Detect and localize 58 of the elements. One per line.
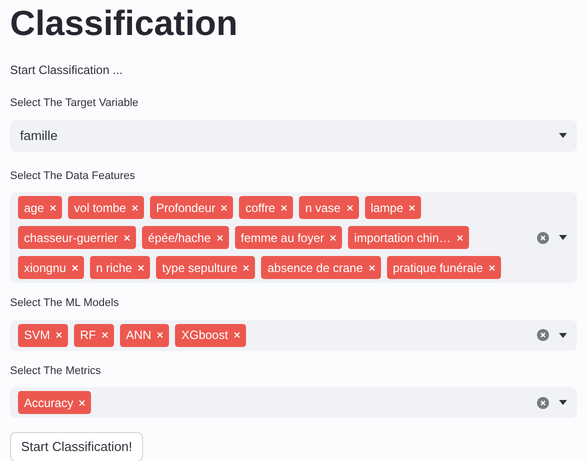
remove-tag-icon[interactable] <box>488 264 495 270</box>
multiselect-field[interactable]: SVM RF ANN XGboost <box>10 320 577 350</box>
tag-chip[interactable]: n riche <box>90 256 150 279</box>
tag-chip[interactable]: Accuracy <box>18 391 92 414</box>
dropdown-caret-icon[interactable] <box>559 332 567 338</box>
remove-tag-icon[interactable] <box>56 332 62 338</box>
remove-tag-icon[interactable] <box>72 264 78 270</box>
tag-chip[interactable]: pratique funéraie <box>386 256 501 279</box>
dropdown-caret-icon[interactable] <box>559 400 567 405</box>
remove-tag-icon[interactable] <box>50 204 56 210</box>
remove-tag-icon[interactable] <box>216 234 223 240</box>
dropdown-caret-icon[interactable] <box>559 235 567 240</box>
remove-tag-icon[interactable] <box>330 234 336 240</box>
clear-all-icon[interactable] <box>537 396 549 408</box>
remove-tag-icon[interactable] <box>157 332 164 338</box>
tag-chip[interactable]: xiongnu <box>18 256 84 279</box>
remove-tag-icon[interactable] <box>243 264 250 270</box>
field-label: Select The Metrics <box>10 364 102 378</box>
subtitle-text: Start Classification ... <box>10 62 124 79</box>
tag-chip[interactable]: lampe <box>364 196 422 219</box>
remove-tag-icon[interactable] <box>368 264 375 270</box>
tag-chip[interactable]: type sepulture <box>156 256 256 279</box>
multiselect-field[interactable]: age vol tombe Profondeur coffre n vase lampe chasseur-guerrier épée/hache femme au foyer importation chin… xiongnu n riche type sepulture absence de crane pratique funéraie <box>10 192 577 283</box>
remove-tag-icon[interactable] <box>234 332 240 338</box>
remove-tag-icon[interactable] <box>221 204 228 210</box>
tag-chip[interactable]: age <box>18 196 62 219</box>
remove-tag-icon[interactable] <box>132 204 138 210</box>
remove-tag-icon[interactable] <box>79 400 86 406</box>
tag-chip[interactable]: RF <box>74 324 114 346</box>
clear-all-icon[interactable] <box>537 232 549 244</box>
tag-chip[interactable]: ANN <box>120 324 170 346</box>
start-classification-button[interactable]: Start Classification! <box>10 432 144 461</box>
page-title: Classification <box>10 3 239 45</box>
tag-chip[interactable]: chasseur-guerrier <box>18 226 136 249</box>
remove-tag-icon[interactable] <box>346 204 353 210</box>
dropdown-caret-icon[interactable] <box>559 133 567 138</box>
remove-tag-icon[interactable] <box>124 234 130 240</box>
tag-chip[interactable]: XGboost <box>175 324 246 346</box>
tag-chip[interactable]: coffre <box>239 196 294 219</box>
remove-tag-icon[interactable] <box>456 234 463 240</box>
tag-chip[interactable]: importation chin… <box>348 226 469 249</box>
target-select[interactable]: famille <box>10 120 577 152</box>
clear-all-icon[interactable] <box>537 329 549 341</box>
field-label: Select The Target Variable <box>10 96 140 111</box>
remove-tag-icon[interactable] <box>409 204 416 210</box>
tag-chip[interactable]: femme au foyer <box>234 226 342 249</box>
tag-chip[interactable]: épée/hache <box>142 226 229 249</box>
tag-chip[interactable]: Profondeur <box>150 196 234 219</box>
tag-chip[interactable]: SVM <box>18 324 68 346</box>
tag-chip[interactable]: n vase <box>299 196 359 219</box>
multiselect-field[interactable]: Accuracy <box>10 387 577 418</box>
remove-tag-icon[interactable] <box>281 204 288 210</box>
remove-tag-icon[interactable] <box>138 264 144 270</box>
field-label: Select The ML Models <box>10 296 120 311</box>
remove-tag-icon[interactable] <box>102 332 108 338</box>
field-label: Select The Data Features <box>10 168 136 184</box>
tag-chip[interactable]: absence de crane <box>261 256 381 279</box>
tag-chip[interactable]: vol tombe <box>68 196 144 219</box>
